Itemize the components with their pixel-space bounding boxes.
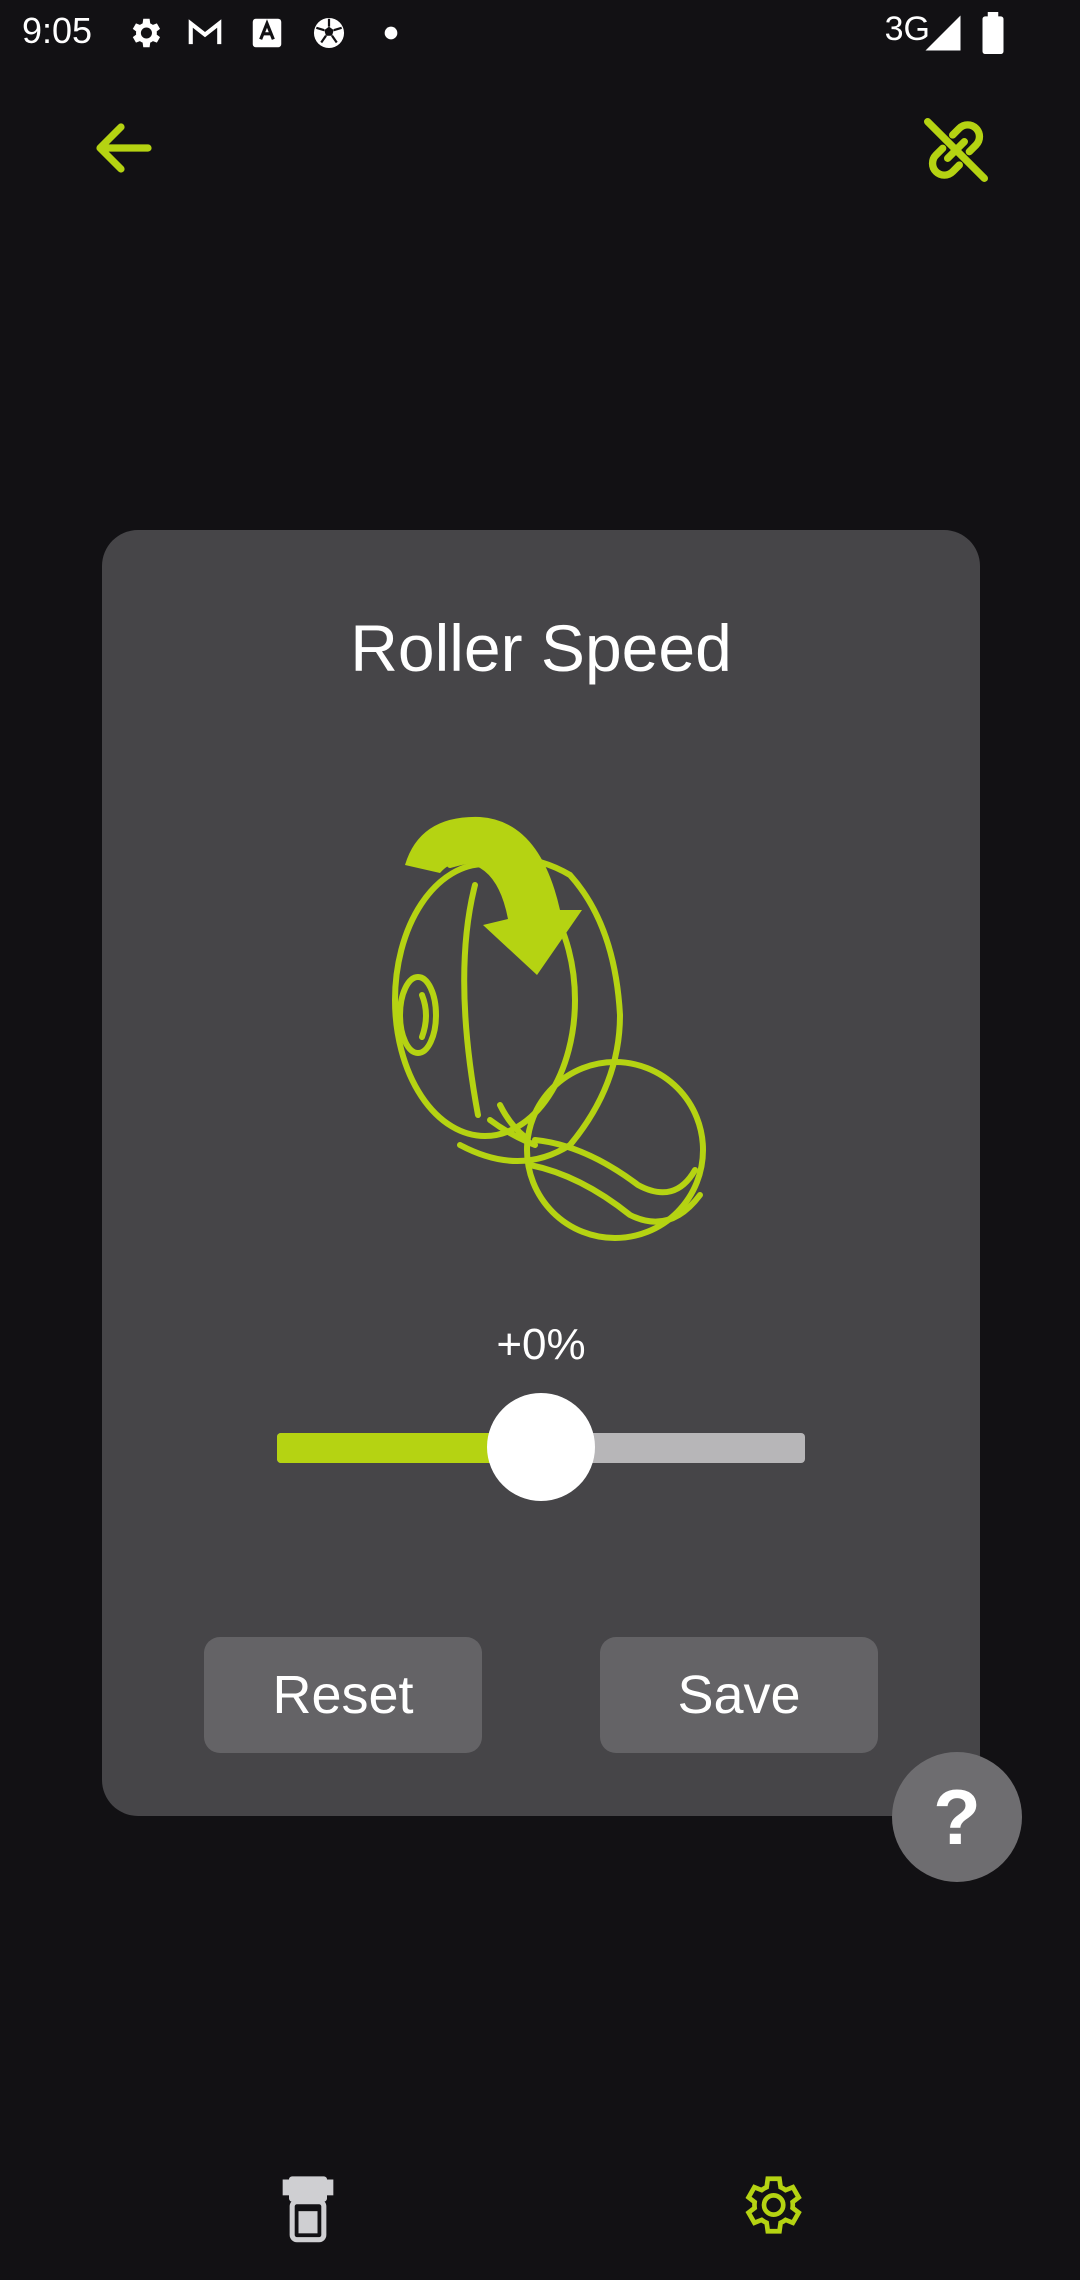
- help-button[interactable]: ?: [892, 1752, 1022, 1882]
- status-time: 9:05: [22, 10, 93, 51]
- bottom-nav: [0, 2150, 1080, 2280]
- gmail-icon: [188, 19, 222, 45]
- roller-speed-card: Roller Speed +0% Reset Save: [102, 530, 980, 1816]
- signal-icon: [925, 15, 961, 51]
- reset-button[interactable]: Reset: [204, 1637, 482, 1753]
- slider-thumb[interactable]: [487, 1393, 595, 1501]
- settings-gear-icon[interactable]: [736, 2170, 806, 2240]
- link-off-icon[interactable]: [916, 110, 996, 190]
- back-arrow-icon[interactable]: [88, 112, 160, 184]
- roller-speed-slider[interactable]: [277, 1393, 805, 1501]
- battery-icon: [982, 12, 1004, 54]
- roller-ball-icon: [392, 816, 706, 1241]
- save-button[interactable]: Save: [600, 1637, 878, 1753]
- slider-value-label: +0%: [496, 1320, 586, 1369]
- dot-icon: [384, 26, 398, 40]
- top-bar: [0, 90, 1080, 200]
- text-badge-icon: [252, 18, 282, 48]
- settings-icon: [132, 18, 161, 48]
- soccer-ball-icon: [313, 17, 345, 49]
- status-bar: 9:05 3G: [0, 0, 1080, 64]
- machine-icon[interactable]: [270, 2170, 346, 2246]
- card-title: Roller Speed: [350, 611, 732, 685]
